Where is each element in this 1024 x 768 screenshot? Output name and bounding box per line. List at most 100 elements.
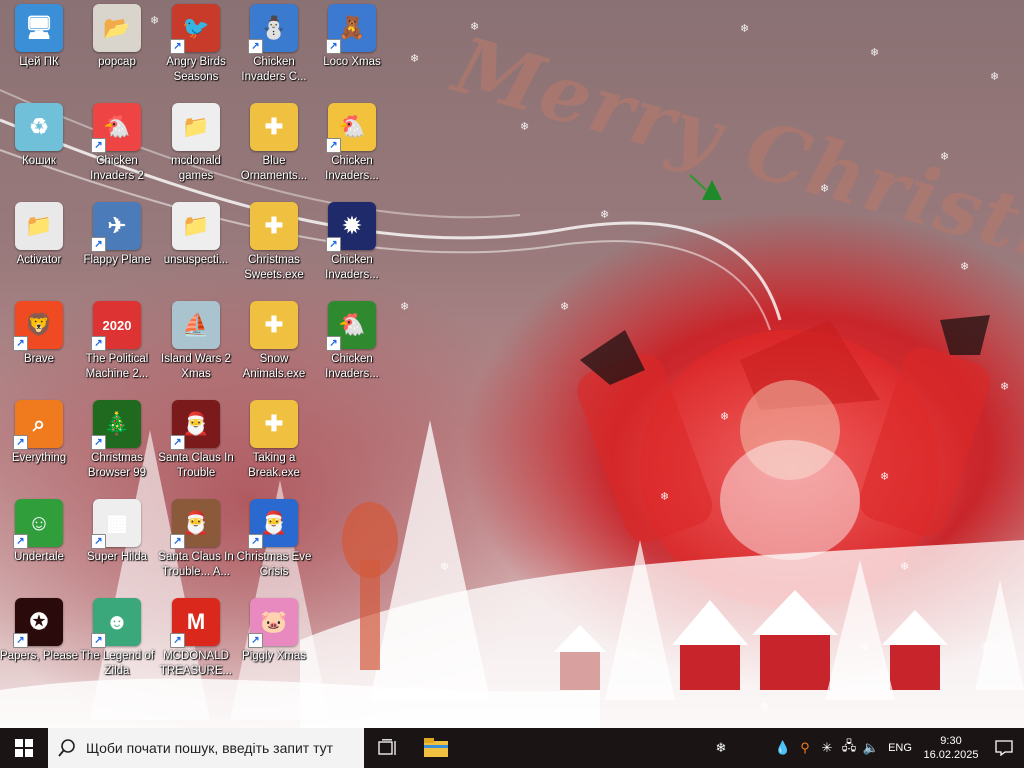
shortcut-arrow-icon: ↗ (13, 534, 28, 549)
desktop-icon-label: Angry Birds Seasons (166, 56, 226, 83)
desktop-icon[interactable]: 🐷 ↗ Piggly Xmas (235, 598, 313, 694)
desktop-icon[interactable]: 🎅 ↗ Santa Claus In Trouble... A... (157, 499, 235, 595)
chicken-invaders-icon: 🐔 ↗ (326, 103, 376, 153)
icon-glyph: ✪ (29, 609, 49, 634)
desktop[interactable]: Merry Christmas ❄ ❄ ❄ ❄ ❄ ❄ ❄ ❄ ❄ ❄ ❄ ❄ ❄ ❄ ❄ ❄ ❄ ❄ ❄ ❄ ❄ ❄ ❄ ❄… (0, 0, 1024, 728)
icon-glyph: 🖥 (25, 15, 53, 40)
snowflake-decoration-icon: ❄ (940, 151, 950, 163)
snowflake-decoration-icon: ❄ (900, 561, 910, 573)
desktop-icon[interactable]: 🐔 ↗ Chicken Invaders... (313, 301, 391, 397)
shortcut-arrow-icon: ↗ (91, 435, 106, 450)
desktop-icon[interactable]: ♻ Кошик (0, 103, 78, 199)
icon-glyph: 2020 (102, 317, 132, 333)
desktop-icon-label: Chicken Invaders... (325, 254, 379, 281)
shortcut-arrow-icon: ↗ (326, 336, 341, 351)
desktop-icon[interactable]: ⛄ ↗ Chicken Invaders C... (235, 4, 313, 100)
icon-glyph: ✹ (342, 213, 362, 238)
snowflake-decoration-icon: ❄ (630, 651, 640, 663)
shortcut-arrow-icon: ↗ (91, 237, 106, 252)
icon-glyph: ✚ (264, 213, 284, 238)
language-indicator[interactable]: ENG (882, 742, 918, 754)
snowflake-decoration-icon: ❄ (960, 261, 970, 273)
desktop-icon[interactable]: 🎄 ↗ Christmas Browser 99 (78, 400, 156, 496)
search-placeholder: Щоби почати пошук, введіть запит тут (86, 740, 334, 756)
shortcut-arrow-icon: ↗ (13, 336, 28, 351)
desktop-icon-label: Blue Ornaments... (240, 155, 308, 182)
desktop-icon[interactable]: ✚ Christmas Sweets.exe (235, 202, 313, 298)
desktop-icon[interactable]: 📂 popcap (78, 4, 156, 100)
desktop-icon[interactable]: 🎅 ↗ Santa Claus In Trouble (157, 400, 235, 496)
snowflake-icon[interactable]: ❄ (710, 740, 732, 756)
shortcut-arrow-icon: ↗ (13, 633, 28, 648)
icon-glyph: 📂 (103, 15, 131, 40)
desktop-icon[interactable]: M ↗ MCDONALD TREASURE... (157, 598, 235, 694)
desktop-icon[interactable]: ☻ ↗ The Legend of Zilda (78, 598, 156, 694)
desktop-icon[interactable]: 🧸 ↗ Loco Xmas (313, 4, 391, 100)
desktop-icon[interactable]: 📁 unsuspecti... (157, 202, 235, 298)
folder-icon: 📁 (15, 202, 63, 250)
water-drop-icon[interactable]: 💧 (772, 740, 794, 756)
desktop-icon[interactable]: ⛵ Island Wars 2 Xmas (157, 301, 235, 397)
desktop-icon[interactable]: 2020 ↗ The Political Machine 2... (78, 301, 156, 397)
start-button[interactable] (0, 728, 48, 768)
desktop-icon-label: Activator (16, 254, 62, 266)
icon-glyph: 🐔 (338, 114, 366, 139)
chicken-invaders-icon: 🐔 ↗ (326, 301, 376, 351)
desktop-icon[interactable]: ✪ ↗ Papers, Please (0, 598, 78, 694)
desktop-icon-label: Chicken Invaders... (325, 353, 379, 380)
icon-glyph: 🐷 (260, 609, 288, 634)
folder-icon: 📁 (172, 103, 220, 151)
desktop-icon[interactable]: 📁 Activator (0, 202, 78, 298)
icon-glyph: 🧸 (338, 15, 366, 40)
chicken-invaders-icon: ⛄ ↗ (248, 4, 298, 54)
network-icon[interactable]: 🖧 (838, 737, 860, 759)
desktop-icon[interactable]: ✚ Snow Animals.exe (235, 301, 313, 397)
file-explorer-button[interactable] (412, 728, 460, 768)
papers-please-icon: ✪ ↗ (13, 598, 63, 648)
snowflake-decoration-icon: ❄ (980, 641, 990, 653)
shortcut-arrow-icon: ↗ (248, 633, 263, 648)
desktop-icon[interactable]: ▦ ↗ Super Hilda (78, 499, 156, 595)
notification-center-button[interactable] (984, 740, 1024, 756)
desktop-icon[interactable]: ✈ ↗ Flappy Plane (78, 202, 156, 298)
desktop-icon[interactable]: 🐦 ↗ Angry Birds Seasons (157, 4, 235, 100)
taskbar-search-box[interactable]: Щоби почати пошук, введіть запит тут (48, 728, 364, 768)
desktop-icon[interactable]: ✚ Taking a Break.exe (235, 400, 313, 496)
icon-glyph: ▦ (106, 510, 128, 535)
search-app-icon[interactable]: ⚲ (794, 740, 816, 756)
volume-muted-icon[interactable]: 🔈 (860, 740, 882, 756)
taskbar: Щоби почати пошук, введіть запит тут ❄ 💧… (0, 728, 1024, 768)
santa-face-icon: 🎅 ↗ (248, 499, 298, 549)
snowflake-tray-icon[interactable]: ✳ (816, 740, 838, 756)
desktop-icon[interactable]: 🎅 ↗ Christmas Eve Crisis (235, 499, 313, 595)
desktop-icon[interactable]: ⌕ ↗ Everything (0, 400, 78, 496)
desktop-icon[interactable]: 🦁 ↗ Brave (0, 301, 78, 397)
desktop-icon[interactable]: ✹ ↗ Chicken Invaders... (313, 202, 391, 298)
exe-file-icon: ✚ (250, 202, 298, 250)
desktop-icon[interactable]: ✚ Blue Ornaments... (235, 103, 313, 199)
desktop-icon[interactable]: 🖥 Цей ПК (0, 4, 78, 100)
icon-glyph: ⛄ (260, 15, 288, 40)
desktop-icon[interactable]: 🐔 ↗ Chicken Invaders... (313, 103, 391, 199)
icon-glyph: M (186, 609, 206, 634)
chicken-invaders-icon: ✹ ↗ (326, 202, 376, 252)
zilda-icon: ☻ ↗ (91, 598, 141, 648)
desktop-icon[interactable]: ☺ ↗ Undertale (0, 499, 78, 595)
snowflake-decoration-icon: ❄ (660, 491, 670, 503)
computer-icon: 🖥 (15, 4, 63, 52)
task-view-icon (378, 739, 396, 755)
desktop-icon-label: Piggly Xmas (242, 650, 306, 662)
shortcut-arrow-icon: ↗ (326, 39, 341, 54)
icon-glyph: ⌕ (32, 411, 46, 436)
flappy-plane-icon: ✈ ↗ (91, 202, 141, 252)
snowflake-decoration-icon: ❄ (990, 71, 1000, 83)
icon-glyph: ☻ (105, 609, 129, 634)
task-view-button[interactable] (364, 728, 412, 768)
desktop-icon[interactable]: 📁 mcdonald games (157, 103, 235, 199)
clock[interactable]: 9:30 16.02.2025 (918, 734, 984, 762)
desktop-icon[interactable]: 🐔 ↗ Chicken Invaders 2 (78, 103, 156, 199)
desktop-icon-label: Santa Claus In Trouble (158, 452, 234, 479)
desktop-icon-label: Christmas Browser 99 (87, 452, 147, 479)
angry-birds-icon: 🐦 ↗ (170, 4, 220, 54)
snowflake-decoration-icon: ❄ (870, 47, 880, 59)
